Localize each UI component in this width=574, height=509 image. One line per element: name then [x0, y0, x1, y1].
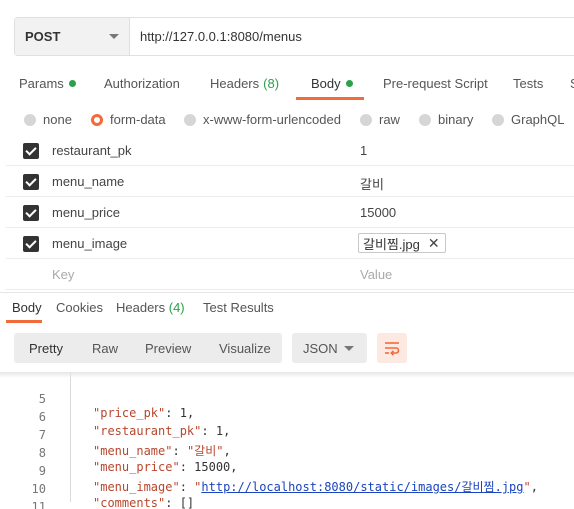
file-chip[interactable]: 갈비찜.jpg ✕: [358, 233, 446, 253]
table-row: menu_price 15000: [6, 197, 574, 228]
tab-settings[interactable]: S: [570, 76, 574, 91]
code-line: 5 "price_pk": 1,: [0, 378, 574, 420]
active-tab-indicator: [296, 97, 364, 100]
preview-button[interactable]: Preview: [145, 341, 191, 356]
visualize-button[interactable]: Visualize: [219, 341, 271, 356]
format-label: JSON: [303, 340, 338, 356]
resp-tab-test-results-label: Test Results: [203, 300, 274, 315]
form-key[interactable]: menu_image: [52, 236, 127, 251]
resp-tab-cookies-label: Cookies: [56, 300, 103, 315]
radio-none[interactable]: none: [24, 112, 72, 127]
radio-circle-icon: [419, 113, 431, 126]
tab-headers-count: (8): [263, 76, 280, 91]
value-placeholder[interactable]: Value: [360, 267, 392, 282]
radio-graphql-label: GraphQL: [511, 112, 565, 127]
tab-body[interactable]: Body: [311, 76, 353, 91]
form-value[interactable]: 15000: [360, 205, 396, 220]
radio-raw[interactable]: raw: [360, 112, 400, 127]
radio-circle-icon: [492, 113, 504, 126]
checkbox-checked-icon[interactable]: [23, 143, 39, 159]
line-number: 11: [31, 500, 46, 509]
body-type-radios: none form-data x-www-form-urlencoded raw…: [0, 110, 574, 132]
form-value[interactable]: 1: [360, 143, 367, 158]
resp-tab-cookies[interactable]: Cookies: [56, 300, 103, 315]
form-key[interactable]: restaurant_pk: [52, 143, 132, 158]
tab-settings-label: S: [570, 76, 574, 91]
checkbox-checked-icon[interactable]: [23, 174, 39, 190]
radio-circle-icon: [360, 113, 372, 126]
radio-selected-icon: [91, 113, 103, 126]
radio-urlencoded-label: x-www-form-urlencoded: [203, 112, 341, 127]
resp-tab-body[interactable]: Body: [12, 300, 42, 315]
radio-binary[interactable]: binary: [419, 112, 473, 127]
tab-tests[interactable]: Tests: [513, 76, 543, 91]
request-tabs: Params Authorization Headers (8) Body Pr…: [0, 70, 574, 100]
tab-pre-request-script[interactable]: Pre-request Script: [383, 76, 488, 91]
radio-form-data-label: form-data: [110, 112, 166, 127]
request-bar: POST http://127.0.0.1:8080/menus: [14, 17, 574, 56]
table-row-placeholder: Key Value: [6, 259, 574, 290]
format-select[interactable]: JSON: [292, 333, 367, 363]
url-input[interactable]: http://127.0.0.1:8080/menus: [130, 18, 574, 55]
view-mode-toolbar: Pretty Raw Preview Visualize: [14, 333, 282, 363]
close-icon[interactable]: ✕: [428, 235, 440, 252]
tab-params[interactable]: Params: [19, 76, 76, 91]
chevron-down-icon: [109, 34, 119, 39]
chevron-down-icon: [344, 346, 354, 351]
form-data-table: restaurant_pk 1 menu_name 갈비 menu_price …: [6, 135, 574, 290]
resp-tab-headers[interactable]: Headers (4): [116, 300, 185, 315]
table-row: menu_name 갈비: [6, 166, 574, 197]
tab-headers[interactable]: Headers (8): [210, 76, 279, 91]
tab-headers-label: Headers: [210, 76, 260, 91]
code-line: 7 "menu_name": "갈비",: [0, 414, 574, 458]
form-value[interactable]: 갈비: [360, 174, 384, 193]
url-text: http://127.0.0.1:8080/menus: [140, 29, 302, 44]
resp-tab-headers-label: Headers: [116, 300, 169, 315]
response-body-code[interactable]: 5 "price_pk": 1, 6 "restaurant_pk": 1, 7…: [0, 372, 574, 509]
tab-body-label: Body: [311, 76, 341, 91]
radio-none-label: none: [43, 112, 72, 127]
file-name: 갈비찜.jpg: [363, 236, 420, 252]
radio-raw-label: raw: [379, 112, 400, 127]
table-row: restaurant_pk 1: [6, 135, 574, 166]
radio-form-data[interactable]: form-data: [91, 112, 166, 127]
radio-circle-icon: [24, 113, 36, 126]
radio-circle-icon: [184, 113, 196, 126]
code-line: 10 "comments": []: [0, 468, 574, 509]
response-tabs: Body Cookies Headers (4) Test Results: [0, 292, 574, 322]
wrap-lines-button[interactable]: [377, 333, 407, 363]
form-key[interactable]: menu_name: [52, 174, 124, 189]
status-dot-icon: [68, 80, 76, 87]
tab-authorization[interactable]: Authorization: [104, 76, 180, 91]
checkbox-checked-icon[interactable]: [23, 205, 39, 221]
code-line: 6 "restaurant_pk": 1,: [0, 396, 574, 438]
tab-pre-request-label: Pre-request Script: [383, 76, 488, 91]
radio-urlencoded[interactable]: x-www-form-urlencoded: [184, 112, 341, 127]
resp-tab-headers-count: (4): [168, 300, 185, 315]
pretty-button[interactable]: Pretty: [29, 341, 63, 356]
tab-params-label: Params: [19, 76, 64, 91]
status-dot-icon: [345, 80, 353, 87]
raw-button[interactable]: Raw: [92, 341, 118, 356]
method-select[interactable]: POST: [15, 18, 130, 55]
code-line: 8 "menu_price": 15000,: [0, 432, 574, 474]
table-row: menu_image 갈비찜.jpg ✕: [6, 228, 574, 259]
scroll-shadow: [0, 372, 574, 378]
tab-authorization-label: Authorization: [104, 76, 180, 91]
form-key[interactable]: menu_price: [52, 205, 120, 220]
tab-tests-label: Tests: [513, 76, 544, 91]
wrap-icon: [385, 342, 400, 356]
radio-graphql[interactable]: GraphQL: [492, 112, 564, 127]
checkbox-checked-icon[interactable]: [23, 236, 39, 252]
key-placeholder[interactable]: Key: [52, 267, 74, 282]
resp-tab-body-label: Body: [12, 300, 42, 315]
resp-tab-test-results[interactable]: Test Results: [203, 300, 274, 315]
method-label: POST: [25, 29, 61, 44]
response-tab-indicator: [6, 320, 42, 323]
radio-binary-label: binary: [438, 112, 474, 127]
code-line: 9 "menu_image": "http://localhost:8080/s…: [0, 450, 574, 494]
code-line: 11 }: [0, 486, 574, 509]
